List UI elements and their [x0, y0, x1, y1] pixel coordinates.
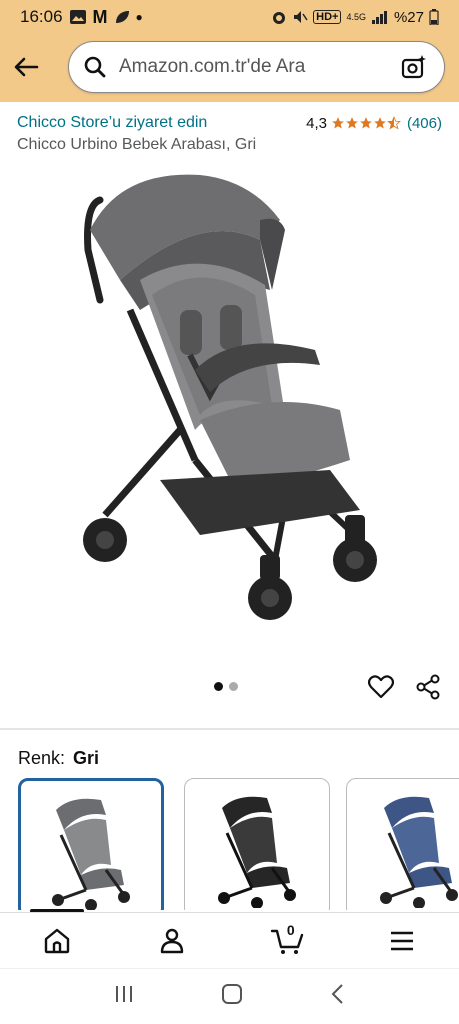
- stroller-thumbnail-grey: [52, 798, 130, 910]
- back-system-button[interactable]: [330, 983, 346, 1010]
- rating-value: 4,3: [306, 114, 327, 132]
- back-button[interactable]: [0, 41, 52, 93]
- nav-cart[interactable]: 0: [230, 913, 345, 968]
- app-header: 16:06 M ● HD+ 4.5G %27 Amazon.com.tr'de …: [0, 0, 459, 102]
- gmail-notification-icon: M: [92, 6, 108, 27]
- recent-apps-button[interactable]: [113, 984, 135, 1009]
- home-square-icon: [222, 984, 243, 1004]
- product-title: Chicco Urbino Bebek Arabası, Gri: [17, 136, 257, 153]
- star-full-icon: [332, 117, 344, 129]
- stroller-image: [83, 174, 377, 620]
- star-half-icon: [387, 116, 401, 130]
- home-system-button[interactable]: [221, 983, 243, 1010]
- pager-dot-active: [214, 682, 223, 691]
- share-icon: [416, 674, 440, 700]
- product-image[interactable]: [60, 160, 400, 640]
- system-nav-bar: [0, 968, 459, 1024]
- color-swatch-siyah[interactable]: [184, 778, 330, 910]
- search-input[interactable]: Amazon.com.tr'de Ara: [68, 41, 445, 93]
- nav-account[interactable]: [115, 913, 230, 968]
- section-divider: [0, 728, 459, 730]
- rating-count: (406): [406, 114, 442, 132]
- cart-count: 0: [286, 922, 295, 938]
- arrow-left-icon: [14, 57, 39, 77]
- bottom-nav: 0: [0, 912, 459, 968]
- search-row: Amazon.com.tr'de Ara: [0, 40, 459, 94]
- stroller-thumbnail-blue: [380, 796, 458, 908]
- camera-search-button[interactable]: [398, 51, 430, 83]
- recent-apps-icon: [116, 986, 133, 1002]
- chevron-left-icon: [331, 984, 343, 1004]
- store-link[interactable]: Chicco Store’u ziyaret edin: [17, 114, 207, 132]
- wishlist-button[interactable]: [366, 672, 396, 702]
- pager-dot: [229, 682, 238, 691]
- alarm-icon: [271, 9, 287, 25]
- battery-percent: %27: [393, 8, 424, 26]
- heart-icon: [368, 675, 394, 699]
- rating-summary[interactable]: 4,3 (406): [306, 115, 442, 132]
- color-swatch-list: [18, 778, 459, 910]
- status-bar: 16:06 M ● HD+ 4.5G %27: [0, 0, 459, 34]
- color-label: Renk: Gri: [18, 748, 99, 769]
- stroller-thumbnail-black: [218, 796, 296, 908]
- gallery-notification-icon: [69, 9, 87, 25]
- search-icon: [84, 56, 106, 78]
- star-full-icon: [360, 117, 372, 129]
- store-rating-row: Chicco Store’u ziyaret edin 4,3 (406): [17, 112, 442, 134]
- person-icon: [160, 928, 184, 953]
- camera-sparkle-icon: [401, 55, 426, 79]
- search-placeholder: Amazon.com.tr'de Ara: [119, 56, 306, 77]
- hamburger-menu-icon: [390, 931, 413, 950]
- network-type-label: 4.5G: [346, 12, 366, 22]
- image-pager[interactable]: [214, 682, 238, 691]
- star-full-icon: [346, 117, 358, 129]
- color-selected-value: Gri: [73, 748, 100, 768]
- star-full-icon: [374, 117, 386, 129]
- rating-stars: [331, 116, 401, 130]
- status-time: 16:06: [20, 7, 63, 26]
- hd-voice-icon: HD+: [313, 10, 342, 24]
- nav-home[interactable]: [0, 913, 115, 968]
- color-label-text: Renk:: [18, 748, 66, 768]
- battery-icon: [429, 9, 439, 25]
- color-swatch-gri[interactable]: [18, 778, 164, 910]
- nav-menu[interactable]: [344, 913, 459, 968]
- more-notifications-dot-icon: ●: [135, 10, 143, 24]
- color-swatch-mavi[interactable]: [346, 778, 459, 910]
- share-button[interactable]: [413, 672, 443, 702]
- mute-icon: [292, 9, 308, 25]
- signal-icon: [371, 10, 389, 24]
- leaf-notification-icon: [114, 9, 130, 25]
- home-icon: [45, 928, 70, 953]
